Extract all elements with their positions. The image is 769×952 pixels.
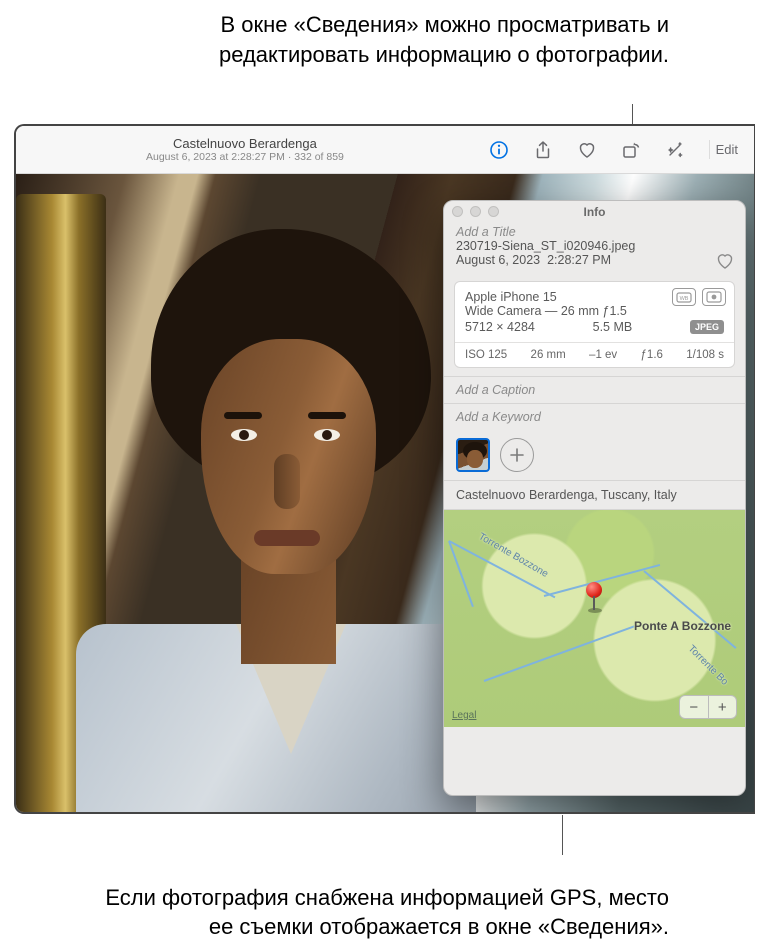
metering-icon (702, 288, 726, 306)
zoom-window-button[interactable] (488, 206, 499, 217)
image-dimensions: 5712 × 4284 (465, 320, 535, 334)
map-river-label-2: Torrente Bo (686, 643, 730, 687)
exif-shutter: 1/108 s (686, 349, 724, 361)
info-panel-titlebar: Info (444, 201, 745, 223)
share-icon (533, 140, 553, 160)
add-face-button[interactable] (500, 438, 534, 472)
photo-title: Castelnuovo Berardenga (146, 136, 344, 151)
map-zoom-control: − + (679, 695, 737, 719)
photo-subtitle: August 6, 2023 at 2:28:27 PM · 332 of 85… (146, 151, 344, 163)
faces-row (444, 430, 745, 480)
annotation-top: В окне «Сведения» можно просматривать и … (150, 10, 669, 69)
location-text[interactable]: Castelnuovo Berardenga, Tuscany, Italy (444, 480, 745, 509)
favorite-button[interactable] (573, 136, 601, 164)
camera-info-block: WB Apple iPhone 15 Wide Camera — 26 mm ƒ… (454, 281, 735, 368)
map-place-label: Ponte A Bozzone (634, 620, 731, 633)
map-pin[interactable] (586, 582, 604, 610)
rotate-button[interactable] (617, 136, 645, 164)
annotation-bottom: Если фотография снабжена информацией GPS… (80, 883, 669, 942)
exif-iso: ISO 125 (465, 349, 507, 361)
share-button[interactable] (529, 136, 557, 164)
window-controls[interactable] (452, 206, 499, 217)
toolbar: Castelnuovo Berardenga August 6, 2023 at… (16, 126, 754, 174)
close-window-button[interactable] (452, 206, 463, 217)
auto-enhance-button[interactable] (661, 136, 689, 164)
info-panel: Info Add a Title 230719-Siena_ST_i020946… (443, 200, 746, 796)
plus-icon (509, 447, 525, 463)
exif-aperture: ƒ1.6 (641, 349, 663, 361)
wand-icon (665, 140, 685, 160)
camera-lens: Wide Camera — 26 mm ƒ1.5 (465, 304, 724, 318)
exif-ev: –1 ev (589, 349, 617, 361)
filename-label: 230719-Siena_ST_i020946.jpeg (456, 239, 733, 253)
rotate-icon (621, 140, 641, 160)
svg-text:WB: WB (680, 296, 689, 302)
location-map[interactable]: Torrente Bozzone Torrente Bo Ponte A Boz… (444, 509, 745, 727)
photos-window: Castelnuovo Berardenga August 6, 2023 at… (14, 124, 755, 814)
exif-focal: 26 mm (531, 349, 566, 361)
heart-icon (715, 251, 735, 271)
file-size: 5.5 MB (593, 320, 633, 334)
format-badge: JPEG (690, 320, 724, 334)
map-zoom-in-button[interactable]: + (709, 696, 737, 718)
toolbar-title-block: Castelnuovo Berardenga August 6, 2023 at… (146, 136, 344, 163)
map-legal-link[interactable]: Legal (452, 710, 476, 721)
keyword-field[interactable]: Add a Keyword (456, 410, 733, 424)
annotation-leader-bottom (562, 815, 563, 855)
detected-face-thumb[interactable] (456, 438, 490, 472)
favorite-toggle[interactable] (715, 251, 735, 271)
map-zoom-out-button[interactable]: − (680, 696, 709, 718)
info-icon (489, 140, 509, 160)
raw-badge-icon: WB (672, 288, 696, 306)
heart-icon (577, 140, 597, 160)
title-field[interactable]: Add a Title (456, 225, 733, 239)
info-panel-title: Info (584, 205, 606, 219)
minimize-window-button[interactable] (470, 206, 481, 217)
exif-row: ISO 125 26 mm –1 ev ƒ1.6 1/108 s (455, 342, 734, 367)
edit-button[interactable]: Edit (709, 140, 744, 159)
map-river-label: Torrente Bozzone (477, 531, 550, 580)
info-button[interactable] (485, 136, 513, 164)
datetime-label: August 6, 2023 2:28:27 PM (456, 253, 733, 267)
caption-field[interactable]: Add a Caption (456, 383, 733, 397)
